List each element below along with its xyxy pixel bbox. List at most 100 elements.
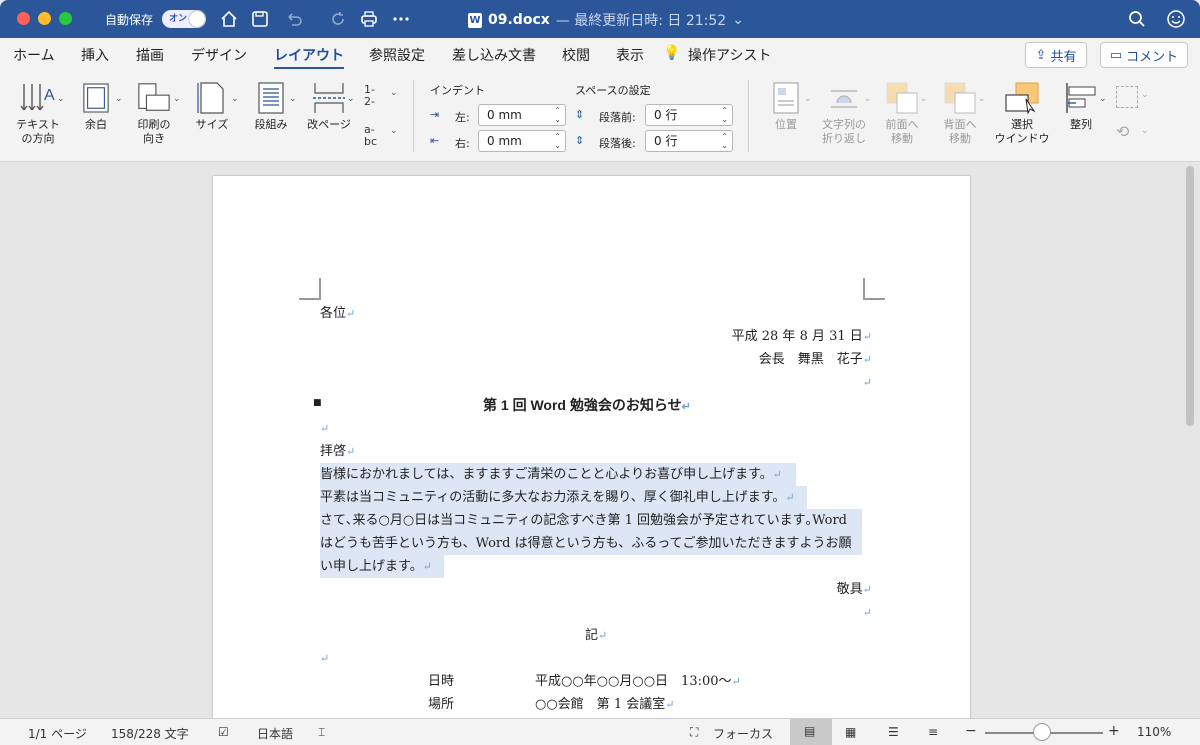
zoom-in-button[interactable]: + [1108, 723, 1120, 739]
addressee-line[interactable]: 各位↵ [320, 302, 355, 325]
undo-icon[interactable] [282, 7, 306, 31]
greeting-line[interactable]: 拝啓↵ [320, 440, 355, 463]
margins-button[interactable]: 余白 [78, 78, 114, 132]
stepper-arrows-icon[interactable]: ⌃ ⌄ [554, 132, 561, 150]
text-direction-button[interactable]: A テキスト の方向 [14, 78, 62, 146]
closing-line[interactable]: 敬具↵ [837, 578, 872, 601]
send-backward-button[interactable]: 背面へ 移動 [938, 78, 982, 146]
focus-mode-label[interactable]: フォーカス [713, 725, 773, 742]
autosave-toggle[interactable]: オン [162, 10, 206, 28]
chevron-down-icon[interactable]: ⌄ [1099, 94, 1107, 104]
chevron-down-icon[interactable]: ⌄ [804, 94, 812, 104]
chevron-down-icon[interactable]: ⌄ [1141, 90, 1149, 100]
proofing-icon[interactable]: ☑ [218, 725, 229, 739]
maximize-window-button[interactable] [59, 12, 72, 25]
print-icon[interactable] [357, 7, 381, 31]
draft-view-icon[interactable]: ≡ [928, 725, 938, 739]
chevron-down-icon[interactable]: ⌄ [1141, 126, 1149, 136]
columns-button[interactable]: 段組み [250, 78, 292, 132]
line-numbers-icon[interactable]: 1- 2- [364, 84, 375, 108]
chevron-down-icon[interactable]: ⌄ [978, 94, 986, 104]
body-line-2[interactable]: 平素は当コミュニティの活動に多大なお力添えを賜り、厚く御礼申し上げます。↵ [320, 486, 807, 509]
sender-line[interactable]: 会長 舞黒 花子↵ [759, 348, 872, 371]
detail-label-datetime[interactable]: 日時 [428, 670, 454, 693]
tab-view[interactable]: 表示 [616, 45, 644, 69]
language-indicator[interactable]: 日本語 [257, 725, 293, 742]
detail-label-place[interactable]: 場所 [428, 693, 454, 716]
smiley-feedback-icon[interactable] [1164, 7, 1188, 31]
web-layout-icon[interactable]: ▦ [845, 725, 856, 739]
bring-forward-button[interactable]: 前面へ 移動 [880, 78, 924, 146]
indent-right-input[interactable]: 0 mm ⌃ ⌄ [478, 130, 566, 152]
document-title[interactable]: W 09.docx — 最終更新日時: 日 21:52 ⌄ [468, 10, 744, 30]
indent-left-input[interactable]: 0 mm ⌃ ⌄ [478, 104, 566, 126]
ki-line[interactable]: 記↵ [585, 624, 607, 647]
tab-home[interactable]: ホーム [13, 45, 55, 69]
body-line-5[interactable]: い申し上げます。↵ [320, 555, 444, 578]
share-button[interactable]: ⇪ 共有 [1025, 42, 1087, 68]
chevron-down-icon[interactable]: ⌄ [347, 94, 355, 104]
position-button[interactable]: 位置 [766, 78, 806, 132]
group-objects-icon[interactable] [1116, 86, 1138, 108]
empty-line[interactable]: ↵ [320, 417, 329, 440]
comment-button[interactable]: ▭ コメント [1100, 42, 1188, 68]
home-icon[interactable] [217, 7, 241, 31]
print-layout-view-button[interactable]: ▤ [790, 719, 832, 745]
zoom-level[interactable]: 110% [1137, 725, 1171, 739]
tab-insert[interactable]: 挿入 [81, 45, 109, 69]
tab-references[interactable]: 参照設定 [369, 45, 425, 69]
body-line-3[interactable]: さて､来る○月○日は当コミュニティの記念すべき第 1 回勉強会が予定されています… [320, 509, 862, 532]
selection-pane-button[interactable]: 選択 ウインドウ [994, 78, 1050, 146]
hyphenation-icon[interactable]: a-bc [364, 124, 377, 148]
empty-line[interactable]: ↵ [320, 647, 329, 670]
chevron-down-icon[interactable]: ⌄ [173, 94, 181, 104]
spacing-before-input[interactable]: 0 行 ⌃ ⌄ [645, 104, 733, 126]
tell-me-assist[interactable]: 操作アシスト [688, 45, 771, 69]
document-heading[interactable]: 第 1 回 Word 勉強会のお知らせ↵ [483, 394, 691, 419]
zoom-slider-handle[interactable] [1033, 723, 1051, 741]
chevron-down-icon[interactable]: ⌄ [289, 94, 297, 104]
stepper-arrows-icon[interactable]: ⌃ ⌄ [721, 106, 728, 124]
chevron-down-icon[interactable]: ⌄ [57, 94, 65, 104]
document-canvas[interactable]: 各位↵ 平成 28 年 8 月 31 日↵ 会長 舞黒 花子↵ ↵ ■ 第 1 … [0, 162, 1200, 718]
rotate-icon[interactable]: ⟲ [1116, 122, 1138, 141]
detail-value-place[interactable]: ○○会館 第 1 会議室↵ [535, 693, 674, 716]
outline-view-icon[interactable]: ☰ [888, 725, 899, 739]
chevron-down-icon[interactable]: ⌄ [864, 94, 872, 104]
body-line-4[interactable]: はどうも苦手という方も、Word は得意という方も、ふるってご参加いただきますよ… [320, 532, 862, 555]
chevron-down-icon[interactable]: ⌄ [231, 94, 239, 104]
empty-line[interactable]: ↵ [863, 601, 872, 624]
detail-value-datetime[interactable]: 平成○○年○○月○○日 13:00～↵ [535, 670, 741, 693]
close-window-button[interactable] [17, 12, 30, 25]
spacing-after-input[interactable]: 0 行 ⌃ ⌄ [645, 130, 733, 152]
date-line[interactable]: 平成 28 年 8 月 31 日↵ [732, 325, 872, 348]
tab-layout[interactable]: レイアウト [274, 45, 344, 69]
wrap-text-button[interactable]: 文字列の 折り返し [818, 78, 870, 146]
redo-icon[interactable] [326, 7, 350, 31]
breaks-button[interactable]: 改ページ [304, 78, 354, 132]
chevron-down-icon[interactable]: ⌄ [920, 94, 928, 104]
chevron-down-icon[interactable]: ⌄ [115, 94, 123, 104]
chevron-down-icon[interactable]: ⌄ [390, 126, 398, 136]
accessibility-icon[interactable]: ⌶ [318, 725, 325, 740]
tab-draw[interactable]: 描画 [136, 45, 164, 69]
chevron-down-icon[interactable]: ⌄ [390, 88, 398, 98]
document-page[interactable]: 各位↵ 平成 28 年 8 月 31 日↵ 会長 舞黒 花子↵ ↵ ■ 第 1 … [213, 176, 970, 718]
tab-review[interactable]: 校閲 [562, 45, 590, 69]
minimize-window-button[interactable] [38, 12, 51, 25]
empty-line[interactable]: ↵ [863, 371, 872, 394]
save-icon[interactable] [248, 7, 272, 31]
search-icon[interactable] [1125, 7, 1149, 31]
align-button[interactable]: 整列 [1058, 78, 1104, 132]
size-button[interactable]: サイズ [190, 78, 234, 132]
vertical-scrollbar[interactable] [1186, 166, 1194, 426]
stepper-arrows-icon[interactable]: ⌃ ⌄ [721, 132, 728, 150]
focus-icon[interactable]: ⛶ [690, 725, 698, 740]
zoom-out-button[interactable]: − [965, 723, 977, 739]
body-line-1[interactable]: 皆様におかれましては、ますますご清栄のことと心よりお喜び申し上げます。↵ [320, 463, 797, 486]
tab-mailings[interactable]: 差し込み文書 [452, 45, 536, 69]
more-icon[interactable] [389, 7, 413, 31]
tab-design[interactable]: デザイン [191, 45, 247, 69]
stepper-arrows-icon[interactable]: ⌃ ⌄ [554, 106, 561, 124]
page-count[interactable]: 1/1 ページ [28, 725, 87, 742]
